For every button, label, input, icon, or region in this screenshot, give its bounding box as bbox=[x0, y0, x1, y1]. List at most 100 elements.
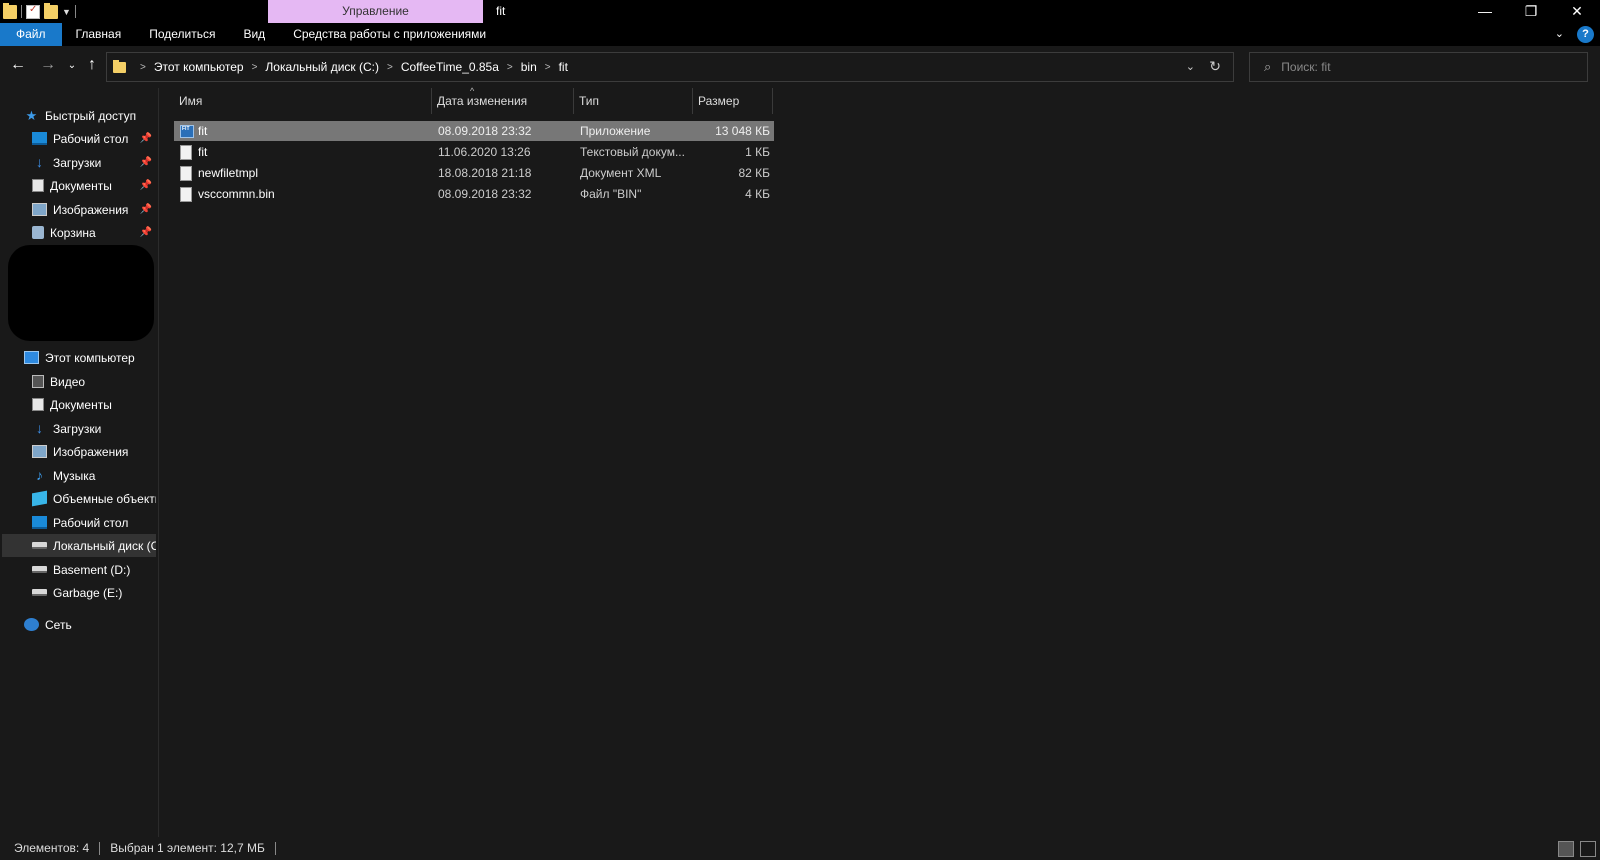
search-box[interactable]: ⌕ bbox=[1249, 52, 1588, 82]
table-row[interactable]: vsccommn.bin 08.09.2018 23:32 Файл "BIN"… bbox=[174, 184, 774, 204]
desktop-icon bbox=[32, 132, 47, 145]
breadcrumb-bin[interactable]: bin bbox=[521, 60, 537, 74]
address-history-chevron-icon[interactable]: ⌄ bbox=[1186, 60, 1195, 73]
text-file-icon bbox=[180, 166, 192, 181]
pin-icon[interactable]: 📌 bbox=[140, 227, 152, 238]
search-input[interactable] bbox=[1281, 60, 1542, 74]
refresh-icon[interactable]: ↻ bbox=[1209, 58, 1221, 75]
app-icon bbox=[180, 125, 194, 138]
help-icon[interactable]: ? bbox=[1577, 26, 1594, 43]
status-bar: Элементов: 4 Выбран 1 элемент: 12,7 МБ bbox=[0, 837, 1600, 860]
pin-icon[interactable]: 📌 bbox=[140, 157, 152, 168]
nav-quick-downloads[interactable]: ↓ Загрузки 📌 bbox=[32, 151, 156, 174]
pictures-icon bbox=[32, 203, 47, 216]
table-row[interactable]: fit 11.06.2020 13:26 Текстовый докум... … bbox=[174, 142, 774, 162]
breadcrumb-coffeetime[interactable]: CoffeeTime_0.85a bbox=[401, 60, 499, 74]
nav-pc-downloads[interactable]: ↓ Загрузки bbox=[32, 417, 156, 440]
nav-this-pc[interactable]: Этот компьютер bbox=[24, 346, 156, 369]
navigation-pane: ★ Быстрый доступ Рабочий стол 📌 ↓ Загруз… bbox=[0, 88, 158, 837]
column-header-name[interactable]: Имя bbox=[174, 88, 432, 114]
nav-pc-garbage-e[interactable]: Garbage (E:) bbox=[32, 581, 156, 604]
nav-label: Garbage (E:) bbox=[53, 585, 123, 600]
pane-divider[interactable] bbox=[158, 88, 159, 837]
new-folder-icon[interactable] bbox=[44, 2, 58, 19]
chevron-right-icon[interactable]: > bbox=[387, 62, 393, 73]
file-size: 4 КБ bbox=[745, 187, 770, 201]
quick-access-toolbar: ▼ bbox=[0, 0, 76, 23]
status-selection: Выбран 1 элемент: 12,7 МБ bbox=[100, 842, 276, 855]
toolbar-separator bbox=[74, 5, 76, 18]
nav-label: Изображения bbox=[53, 202, 129, 217]
title-bar: ▼ Управление fit — ❐ ✕ bbox=[0, 0, 1600, 23]
nav-pc-documents[interactable]: Документы bbox=[32, 393, 156, 416]
file-date: 08.09.2018 23:32 bbox=[438, 187, 532, 201]
chevron-right-icon[interactable]: > bbox=[545, 62, 551, 73]
drive-icon bbox=[32, 589, 47, 596]
breadcrumb-local-disk[interactable]: Локальный диск (C:) bbox=[265, 60, 379, 74]
search-icon: ⌕ bbox=[1264, 59, 1272, 74]
folder-icon[interactable] bbox=[3, 2, 17, 19]
nav-pc-local-disk-c[interactable]: Локальный диск (C:) bbox=[2, 534, 156, 557]
file-type: Текстовый докум... bbox=[580, 145, 685, 159]
expand-ribbon-chevron-icon[interactable]: ⌄ bbox=[1555, 27, 1564, 40]
column-header-size[interactable]: Размер bbox=[693, 88, 773, 114]
breadcrumb-fit[interactable]: fit bbox=[559, 60, 568, 74]
pin-icon[interactable]: 📌 bbox=[140, 204, 152, 215]
file-date: 18.08.2018 21:18 bbox=[438, 166, 532, 180]
breadcrumb-this-pc[interactable]: Этот компьютер bbox=[154, 60, 244, 74]
nav-label: Этот компьютер bbox=[45, 350, 135, 365]
file-type: Документ XML bbox=[580, 166, 662, 180]
back-arrow-icon[interactable]: ← bbox=[8, 56, 28, 74]
table-row[interactable]: newfiletmpl 18.08.2018 21:18 Документ XM… bbox=[174, 163, 774, 183]
manage-context-tab[interactable]: Управление bbox=[268, 0, 483, 23]
properties-icon[interactable] bbox=[26, 4, 40, 19]
3d-objects-icon bbox=[32, 490, 47, 507]
tab-share[interactable]: Поделиться bbox=[135, 23, 229, 46]
file-date: 08.09.2018 23:32 bbox=[438, 124, 532, 138]
pin-icon[interactable]: 📌 bbox=[140, 133, 152, 144]
column-header-type[interactable]: Тип bbox=[574, 88, 693, 114]
up-arrow-icon[interactable]: ↑ bbox=[82, 56, 102, 74]
nav-quick-access[interactable]: ★ Быстрый доступ bbox=[24, 104, 156, 127]
nav-pc-basement-d[interactable]: Basement (D:) bbox=[32, 558, 156, 581]
nav-quick-recycle-bin[interactable]: Корзина 📌 bbox=[32, 221, 156, 244]
chevron-right-icon[interactable]: > bbox=[507, 62, 513, 73]
file-size: 1 КБ bbox=[745, 145, 770, 159]
nav-label: Объемные объекты bbox=[53, 491, 156, 506]
nav-quick-pictures[interactable]: Изображения 📌 bbox=[32, 198, 156, 221]
chevron-right-icon[interactable]: > bbox=[252, 62, 258, 73]
tab-home[interactable]: Главная bbox=[62, 23, 136, 46]
tab-file[interactable]: Файл bbox=[0, 23, 62, 46]
tab-application-tools[interactable]: Средства работы с приложениями bbox=[279, 23, 500, 46]
details-view-icon[interactable] bbox=[1558, 841, 1574, 857]
minimize-button[interactable]: — bbox=[1462, 0, 1508, 23]
document-icon bbox=[32, 398, 44, 411]
table-row[interactable]: fit 08.09.2018 23:32 Приложение 13 048 К… bbox=[174, 121, 774, 141]
close-button[interactable]: ✕ bbox=[1554, 0, 1600, 23]
nav-pc-videos[interactable]: Видео bbox=[32, 370, 156, 393]
nav-quick-documents[interactable]: Документы 📌 bbox=[32, 174, 156, 197]
column-header-date[interactable]: Дата изменения bbox=[432, 88, 574, 114]
recent-locations-chevron-icon[interactable]: ⌄ bbox=[62, 60, 82, 71]
customize-toolbar-dropdown-icon[interactable]: ▼ bbox=[62, 7, 71, 17]
nav-pc-pictures[interactable]: Изображения bbox=[32, 440, 156, 463]
nav-label: Сеть bbox=[45, 617, 72, 632]
nav-label: Загрузки bbox=[53, 421, 102, 436]
address-bar[interactable]: > Этот компьютер > Локальный диск (C:) >… bbox=[106, 52, 1234, 82]
restore-button[interactable]: ❐ bbox=[1508, 0, 1554, 23]
nav-quick-desktop[interactable]: Рабочий стол 📌 bbox=[32, 127, 156, 150]
tab-view[interactable]: Вид bbox=[229, 23, 279, 46]
pin-icon[interactable]: 📌 bbox=[140, 180, 152, 191]
nav-pc-3d-objects[interactable]: Объемные объекты bbox=[32, 487, 156, 510]
file-type: Файл "BIN" bbox=[580, 187, 642, 201]
large-icons-view-icon[interactable] bbox=[1580, 841, 1596, 857]
navigation-bar: ← → ⌄ ↑ > Этот компьютер > Локальный дис… bbox=[0, 46, 1600, 88]
forward-arrow-icon[interactable]: → bbox=[38, 56, 58, 74]
file-type: Приложение bbox=[580, 124, 651, 138]
breadcrumb: > Этот компьютер > Локальный диск (C:) >… bbox=[132, 60, 568, 74]
drive-icon bbox=[32, 542, 47, 549]
nav-network[interactable]: Сеть bbox=[24, 613, 156, 636]
nav-pc-desktop[interactable]: Рабочий стол bbox=[32, 511, 156, 534]
chevron-right-icon[interactable]: > bbox=[140, 62, 146, 73]
nav-pc-music[interactable]: ♪ Музыка bbox=[32, 464, 156, 487]
